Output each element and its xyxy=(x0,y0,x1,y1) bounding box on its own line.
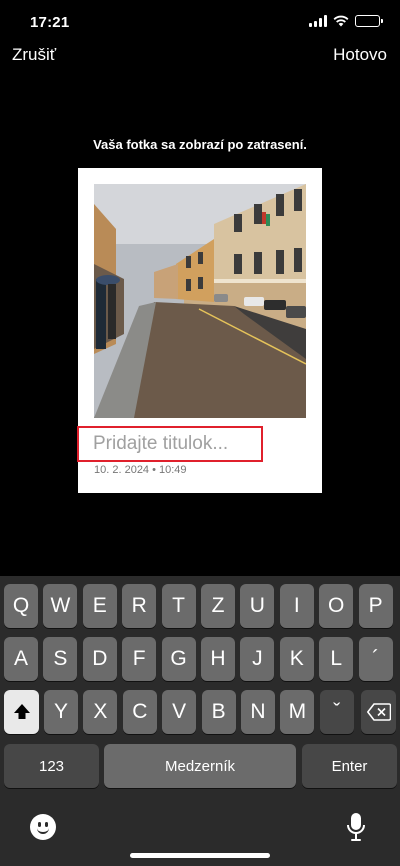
key-i[interactable]: I xyxy=(279,584,314,628)
status-icons xyxy=(309,15,383,27)
key-t[interactable]: T xyxy=(161,584,196,628)
key-o[interactable]: O xyxy=(319,584,354,628)
street-photo xyxy=(94,184,306,418)
key-h[interactable]: H xyxy=(201,637,235,681)
key-c[interactable]: C xyxy=(122,690,157,734)
key-z[interactable]: Z xyxy=(201,584,235,628)
caption-input[interactable] xyxy=(77,426,263,462)
battery-icon xyxy=(355,15,383,27)
key-d[interactable]: D xyxy=(82,637,117,681)
key-s[interactable]: S xyxy=(43,637,78,681)
key-k[interactable]: K xyxy=(279,637,314,681)
backspace-key[interactable] xyxy=(361,690,396,734)
key-j[interactable]: J xyxy=(240,637,275,681)
key-v[interactable]: V xyxy=(162,690,197,734)
key-r[interactable]: R xyxy=(122,584,157,628)
key-f[interactable]: F xyxy=(122,637,157,681)
backspace-icon xyxy=(366,703,391,721)
numbers-key[interactable]: 123 xyxy=(4,744,99,788)
key-u[interactable]: U xyxy=(240,584,275,628)
signal-icon xyxy=(309,15,327,27)
microphone-icon[interactable] xyxy=(346,812,366,842)
key-caron[interactable]: ˇ xyxy=(319,690,354,734)
key-w[interactable]: W xyxy=(43,584,78,628)
key-q[interactable]: Q xyxy=(4,584,38,628)
key-n[interactable]: N xyxy=(241,690,275,734)
emoji-icon[interactable] xyxy=(30,814,56,840)
shake-hint-text: Vaša fotka sa zobrazí po zatrasení. xyxy=(93,137,307,152)
status-time: 17:21 xyxy=(30,14,70,31)
home-indicator xyxy=(130,853,270,858)
wifi-icon xyxy=(333,15,349,27)
space-key[interactable]: Medzerník xyxy=(104,744,296,788)
enter-key[interactable]: Enter xyxy=(302,744,397,788)
polaroid-card: 10. 2. 2024 • 10:49 xyxy=(77,168,322,493)
key-y[interactable]: Y xyxy=(44,690,78,734)
key-a[interactable]: A xyxy=(4,637,38,681)
status-bar: 17:21 xyxy=(0,0,400,46)
key-e[interactable]: E xyxy=(82,584,117,628)
cancel-button[interactable]: Zrušiť xyxy=(12,45,56,65)
key-x[interactable]: X xyxy=(83,690,118,734)
key-g[interactable]: G xyxy=(161,637,196,681)
photo-date: 10. 2. 2024 • 10:49 xyxy=(94,464,187,476)
key-p[interactable]: P xyxy=(358,584,393,628)
key-b[interactable]: B xyxy=(201,690,236,734)
key-m[interactable]: M xyxy=(280,690,315,734)
shift-icon xyxy=(13,704,30,719)
key-acute[interactable]: ´ xyxy=(358,637,393,681)
key-l[interactable]: L xyxy=(319,637,354,681)
shift-key[interactable] xyxy=(4,690,39,734)
done-button[interactable]: Hotovo xyxy=(333,45,387,65)
